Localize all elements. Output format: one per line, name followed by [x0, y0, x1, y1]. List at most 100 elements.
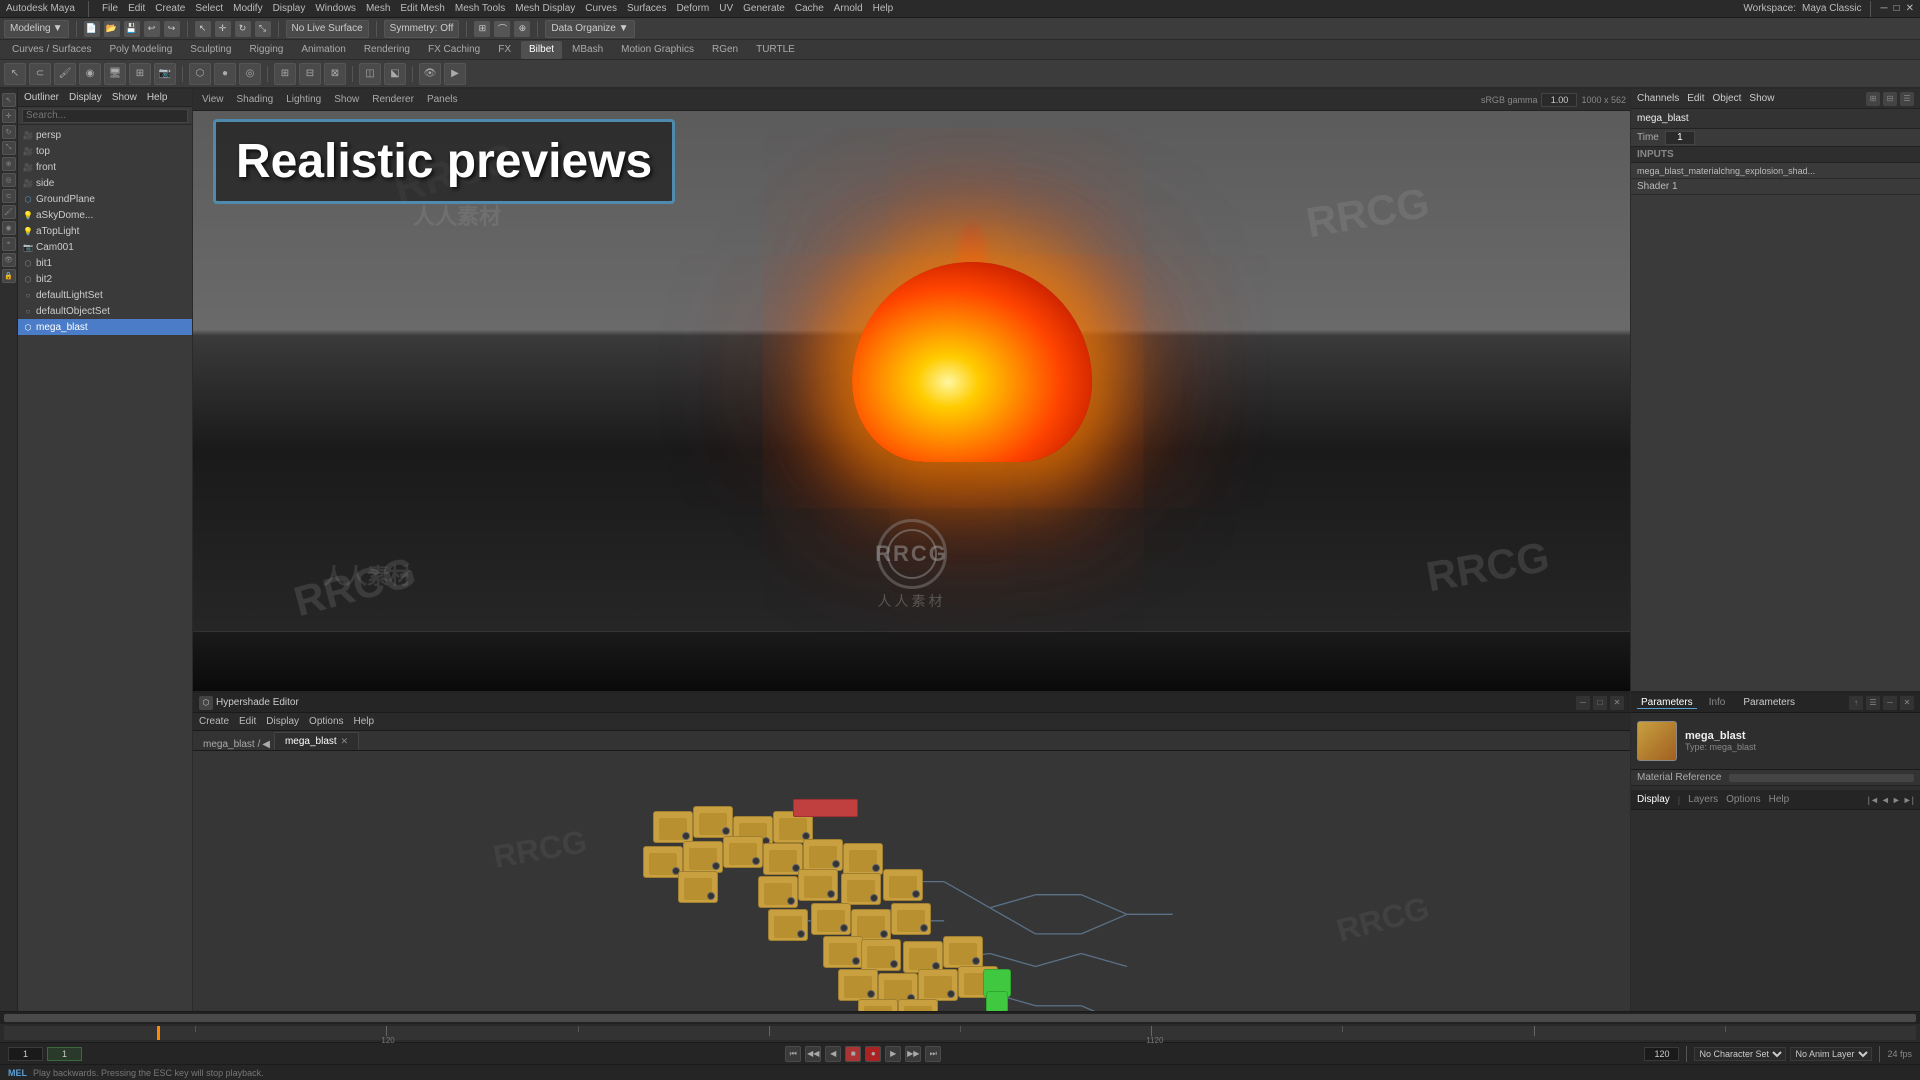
outliner-item-defaultobjectset[interactable]: ○ defaultObjectSet [18, 303, 192, 319]
ng-node-10[interactable] [843, 843, 883, 875]
ng-node-26[interactable] [918, 969, 958, 1001]
cb-menu-edit[interactable]: Edit [1687, 93, 1704, 104]
outliner-item-atoplight[interactable]: 💡 aTopLight [18, 223, 192, 239]
cb-menu-object[interactable]: Object [1713, 93, 1742, 104]
ng-maximize-btn[interactable]: □ [1593, 696, 1607, 710]
hist2-btn[interactable]: ⬕ [384, 63, 406, 85]
vp-menu-view[interactable]: View [197, 92, 229, 108]
play-back-btn[interactable]: ◀◀ [805, 1046, 821, 1062]
viewport[interactable]: View Shading Lighting Show Renderer Pane… [193, 89, 1630, 691]
workspace-value[interactable]: Maya Classic [1802, 3, 1861, 14]
play-prev-btn[interactable]: ▶ [444, 63, 466, 85]
time-input[interactable] [1665, 131, 1695, 145]
lassosel-vtool[interactable]: ⊂ [2, 189, 16, 203]
menu-windows[interactable]: Windows [315, 3, 356, 14]
tab-rigging[interactable]: Rigging [241, 41, 291, 59]
menu-uv[interactable]: UV [719, 3, 733, 14]
menu-arnold[interactable]: Arnold [834, 3, 863, 14]
menu-curves[interactable]: Curves [585, 3, 617, 14]
window-maximize[interactable]: □ [1894, 3, 1900, 14]
frame-end-input[interactable] [1644, 1047, 1679, 1061]
params-nav-fwd[interactable]: ► [1892, 795, 1901, 805]
sculpt-btn[interactable]: ◉ [79, 63, 101, 85]
rotate-vtool[interactable]: ↻ [2, 125, 16, 139]
menu-surfaces[interactable]: Surfaces [627, 3, 666, 14]
outliner-menu-display[interactable]: Display [69, 92, 102, 103]
tab-rendering[interactable]: Rendering [356, 41, 418, 59]
ng-minimize-btn[interactable]: ─ [1576, 696, 1590, 710]
menu-display[interactable]: Display [273, 3, 306, 14]
data-organize-btn[interactable]: Data Organize ▼ [545, 20, 634, 38]
cb-menu-channels[interactable]: Channels [1637, 93, 1679, 104]
timeline-ticks[interactable]: 120 1120 [0, 1024, 1920, 1042]
menu-edit-mesh[interactable]: Edit Mesh [400, 3, 444, 14]
tab-motion-graphics[interactable]: Motion Graphics [613, 41, 702, 59]
ng-node-20[interactable] [823, 936, 863, 968]
record-btn[interactable]: ● [865, 1046, 881, 1062]
ng-node-green-2[interactable] [986, 991, 1008, 1011]
ng-node-13[interactable] [798, 869, 838, 901]
ng-tab-close[interactable]: ✕ [341, 736, 349, 747]
node-graph-canvas[interactable]: RRCG RRCG [193, 751, 1630, 1011]
ng-node-7[interactable] [723, 836, 763, 868]
timeline-scroll-thumb[interactable] [4, 1014, 1916, 1022]
menu-generate[interactable]: Generate [743, 3, 785, 14]
vp-menu-shading[interactable]: Shading [232, 92, 279, 108]
hist1-btn[interactable]: ◫ [359, 63, 381, 85]
timeline-bar[interactable]: 120 1120 [4, 1026, 1916, 1040]
outliner-item-bit2[interactable]: ⬡ bit2 [18, 271, 192, 287]
tab-fx-caching[interactable]: FX Caching [420, 41, 488, 59]
open-icon[interactable]: 📂 [104, 21, 120, 37]
menu-cache[interactable]: Cache [795, 3, 824, 14]
ng-node-12[interactable] [758, 876, 798, 908]
tab-poly-modeling[interactable]: Poly Modeling [101, 41, 180, 59]
ng-node-23[interactable] [943, 936, 983, 968]
ng-node-1[interactable] [653, 811, 693, 843]
params-tab-parameters[interactable]: Parameters [1637, 697, 1697, 709]
params-display-help[interactable]: Help [1769, 794, 1790, 805]
params-display-options[interactable]: Options [1726, 794, 1760, 805]
ng-node-11[interactable] [678, 871, 718, 903]
softsel-vtool[interactable]: ◎ [2, 173, 16, 187]
ng-menu-edit[interactable]: Edit [239, 716, 256, 727]
ng-back-btn[interactable]: ◀ [262, 739, 270, 750]
outliner-item-groundplane[interactable]: ⬡ GroundPlane [18, 191, 192, 207]
ng-breadcrumb[interactable]: mega_blast / [203, 739, 260, 750]
outliner-item-front[interactable]: 🎥 front [18, 159, 192, 175]
undo-icon[interactable]: ↩ [144, 21, 160, 37]
grid-btn[interactable]: ⊞ [129, 63, 151, 85]
mode-selector[interactable]: Modeling ▼ [4, 20, 69, 38]
new-scene-icon[interactable]: 📄 [84, 21, 100, 37]
paint-btn[interactable]: 🖌 [54, 63, 76, 85]
menu-mesh-display[interactable]: Mesh Display [515, 3, 575, 14]
wireframe-btn[interactable]: ⬡ [189, 63, 211, 85]
vp-menu-renderer[interactable]: Renderer [367, 92, 419, 108]
vp-menu-lighting[interactable]: Lighting [281, 92, 326, 108]
params-nav-end[interactable]: ►| [1903, 795, 1914, 805]
eye-btn[interactable]: 👁 [419, 63, 441, 85]
frame-start-input[interactable] [8, 1047, 43, 1061]
ng-tab-megablast[interactable]: mega_blast ✕ [274, 732, 359, 750]
menu-modify[interactable]: Modify [233, 3, 262, 14]
menu-help[interactable]: Help [873, 3, 894, 14]
ng-node-9[interactable] [803, 839, 843, 871]
select-icon[interactable]: ↖ [195, 21, 211, 37]
cb-icon-1[interactable]: ⊞ [1866, 92, 1880, 106]
tab-fx[interactable]: FX [490, 41, 519, 59]
timeline-scroll-track[interactable] [4, 1014, 1916, 1022]
ng-node-21[interactable] [861, 939, 901, 971]
outliner-item-cam001[interactable]: 📷 Cam001 [18, 239, 192, 255]
ng-node-17[interactable] [811, 903, 851, 935]
menu-create[interactable]: Create [155, 3, 185, 14]
ng-red-bar-node[interactable] [793, 799, 858, 817]
snap-curve-icon[interactable]: ⌒ [494, 21, 510, 37]
params-btn-1[interactable]: ↑ [1849, 696, 1863, 710]
tab-sculpting[interactable]: Sculpting [182, 41, 239, 59]
ng-node-14[interactable] [841, 873, 881, 905]
display-btn[interactable]: 🖥 [104, 63, 126, 85]
ng-close-btn[interactable]: ✕ [1610, 696, 1624, 710]
save-icon[interactable]: 💾 [124, 21, 140, 37]
menu-mesh-tools[interactable]: Mesh Tools [455, 3, 505, 14]
ng-node-8[interactable] [763, 843, 803, 875]
outliner-item-persp[interactable]: 🎥 persp [18, 127, 192, 143]
